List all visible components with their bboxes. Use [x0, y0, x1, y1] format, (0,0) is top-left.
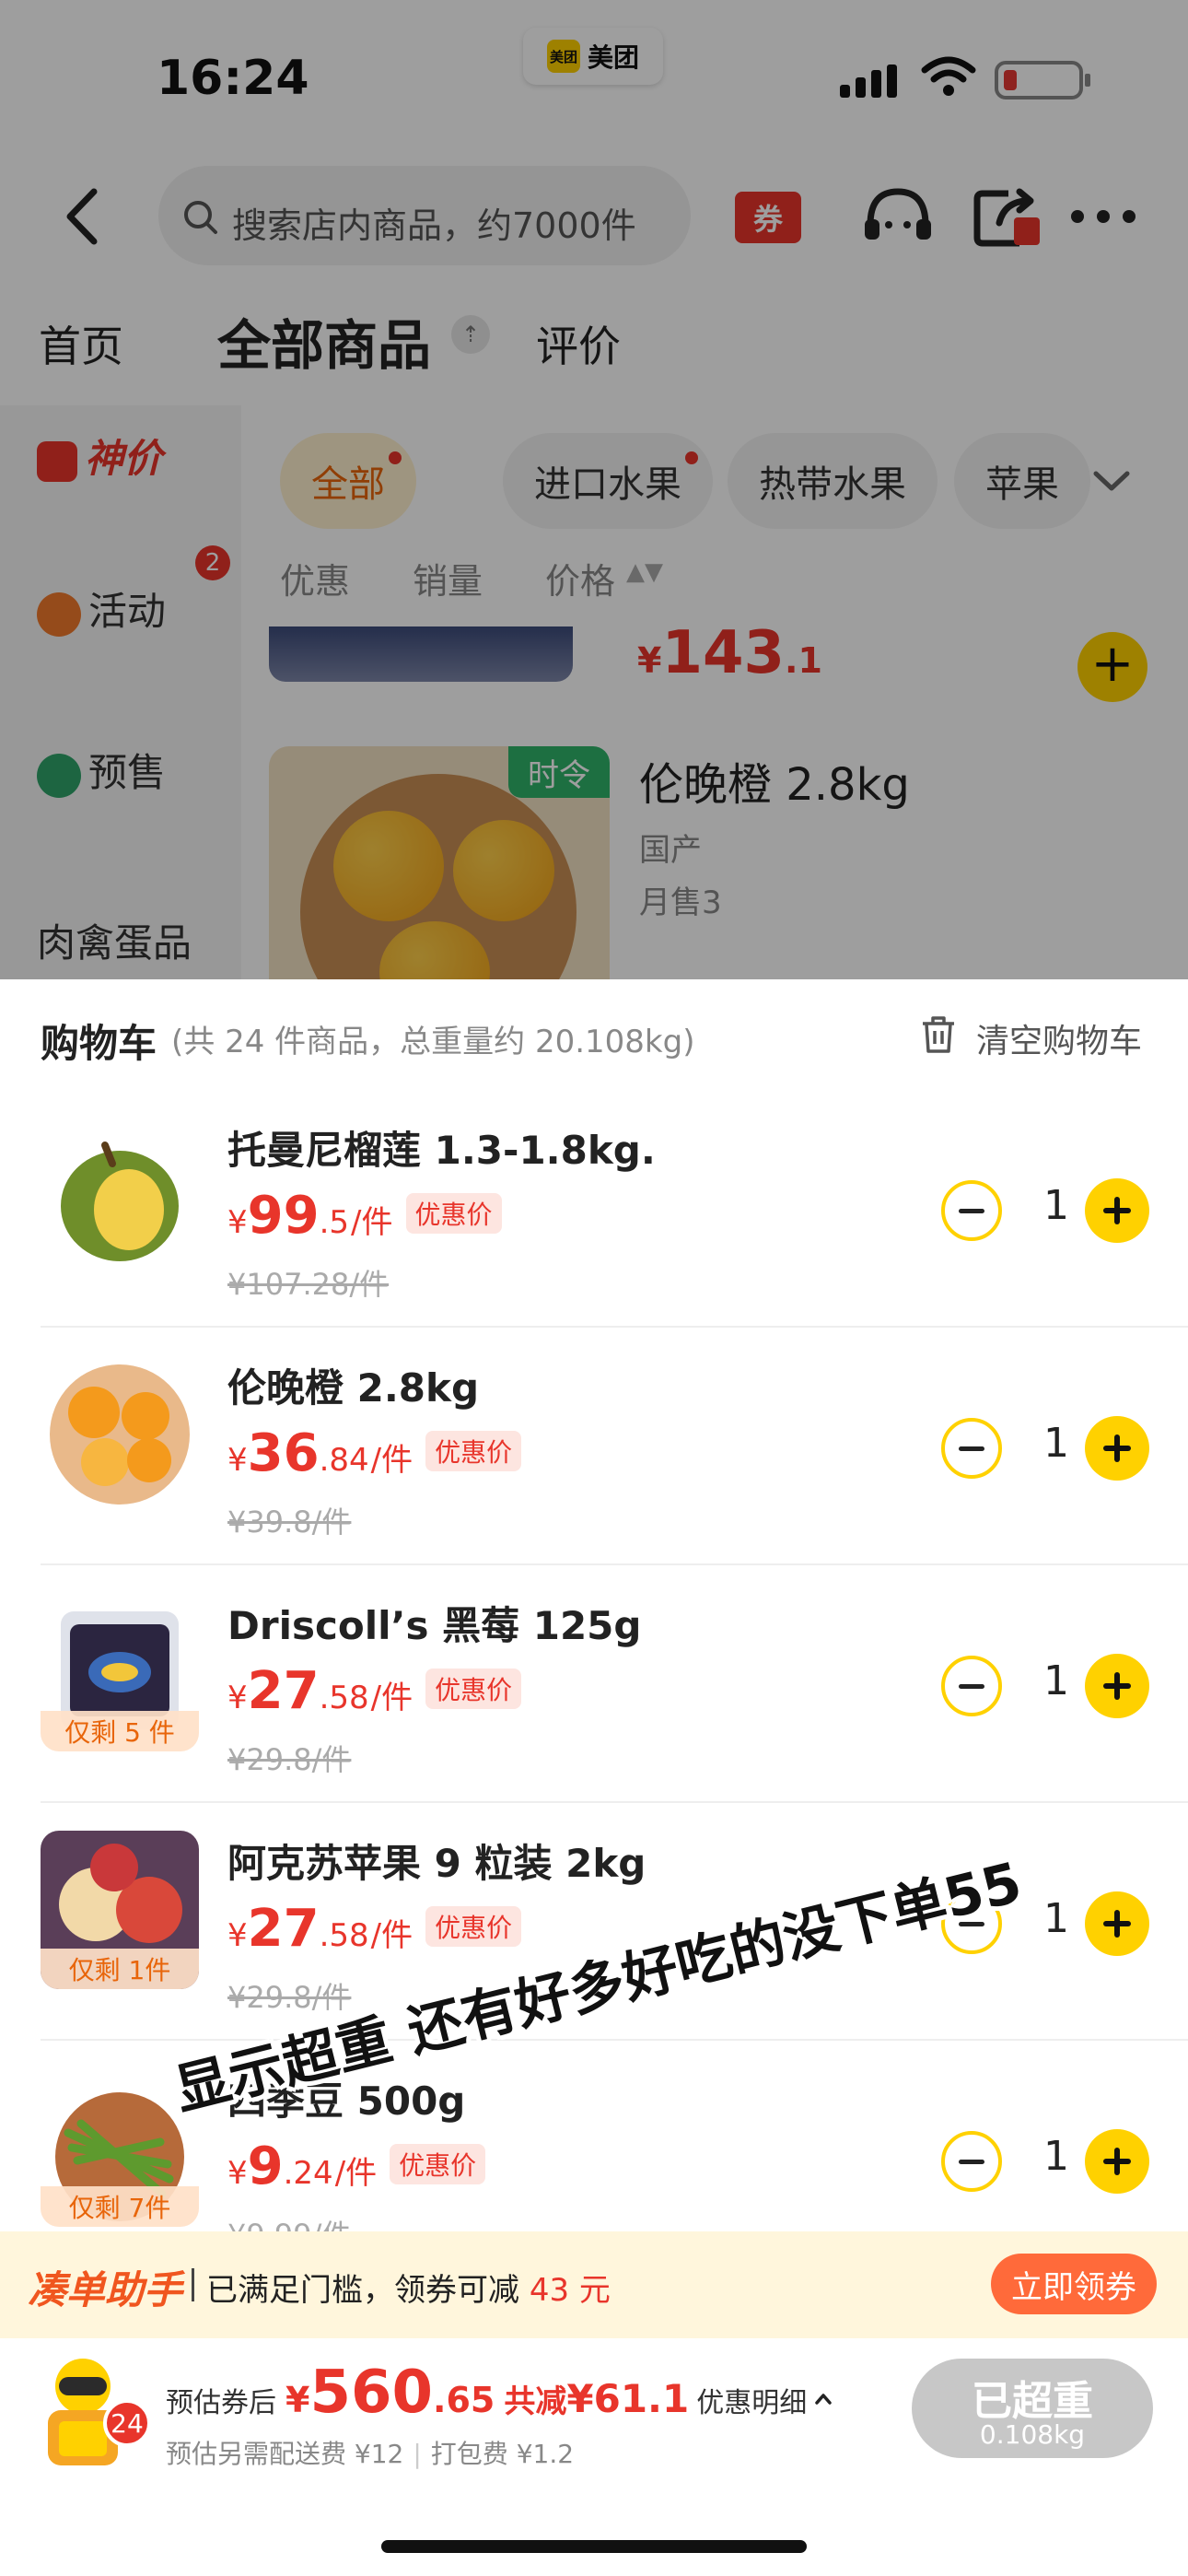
- price-unit: /件: [370, 1917, 413, 1954]
- increase-quantity-button[interactable]: [1085, 1891, 1149, 1956]
- item-price: ¥27.58/件 优惠价: [227, 1661, 522, 1721]
- original-price: ¥107.28/件: [227, 1267, 390, 1302]
- modal-dim-overlay[interactable]: [0, 0, 1188, 979]
- item-price: ¥27.58/件 优惠价: [227, 1899, 522, 1959]
- claim-coupon-button[interactable]: 立即领券: [991, 2254, 1157, 2314]
- trash-icon[interactable]: [919, 1014, 958, 1055]
- estimated-label: 预估券后: [166, 2387, 276, 2419]
- price-unit: /件: [370, 1442, 413, 1479]
- discount-badge: 优惠价: [390, 2144, 486, 2184]
- savings-amount: ¥61.1: [566, 2376, 690, 2421]
- price-currency: ¥: [227, 1204, 248, 1241]
- item-name[interactable]: 托曼尼榴莲 1.3-1.8kg.: [227, 1119, 656, 1176]
- price-decimal: .24: [283, 2155, 333, 2192]
- discount-badge: 优惠价: [425, 1906, 522, 1947]
- assistant-brand: 凑单助手: [28, 2267, 183, 2313]
- durian-image: [61, 1142, 179, 1261]
- stock-remaining-tag: 仅剩 5 件: [41, 1711, 199, 1751]
- item-quantity: 1: [1043, 1895, 1069, 1942]
- price-integer: 27: [247, 1899, 320, 1959]
- price-decimal: .5: [319, 1204, 350, 1241]
- price-currency: ¥: [227, 1917, 248, 1954]
- price-integer: 36: [247, 1423, 320, 1483]
- cart-item: 托曼尼榴莲 1.3-1.8kg. ¥99.5/件 优惠价 ¥107.28/件 1: [41, 1090, 1188, 1328]
- cart-count-badge: 24: [103, 2399, 151, 2447]
- assistant-amount: 43 元: [529, 2272, 611, 2309]
- price-decimal: .84: [319, 1442, 369, 1479]
- savings-label: 共减: [504, 2383, 567, 2420]
- delivery-fee: 预估另需配送费 ¥12: [166, 2439, 404, 2469]
- stock-remaining-tag: 仅剩 7件: [41, 2186, 199, 2227]
- decrease-quantity-button[interactable]: [941, 2131, 1002, 2192]
- cart-header: 购物车 (共 24 件商品，总重量约 20.108kg) 清空购物车: [0, 979, 1188, 1090]
- price-decimal: .58: [319, 1680, 369, 1716]
- item-quantity: 1: [1043, 1420, 1069, 1467]
- item-price: ¥99.5/件 优惠价: [227, 1186, 502, 1246]
- discount-details-link[interactable]: 优惠明细: [696, 2380, 807, 2420]
- cart-item: 仅剩 5 件 Driscoll’s 黑莓 125g ¥27.58/件 优惠价 ¥2…: [41, 1565, 1188, 1803]
- fee-info: 预估另需配送费 ¥12 | 打包费 ¥1.2: [166, 2439, 575, 2469]
- assistant-message-text: 已满足门槛，领券可减: [206, 2272, 519, 2309]
- discount-badge: 优惠价: [405, 1193, 502, 1234]
- item-name[interactable]: Driscoll’s 黑莓 125g: [227, 1595, 641, 1651]
- item-quantity: 1: [1043, 2133, 1069, 2180]
- product-thumbnail-blackberry[interactable]: 仅剩 5 件: [41, 1593, 199, 1751]
- item-price: ¥36.84/件 优惠价: [227, 1423, 522, 1483]
- home-indicator[interactable]: [381, 2540, 807, 2553]
- item-price: ¥9.24/件 优惠价: [227, 2137, 486, 2196]
- price-currency: ¥: [227, 2155, 248, 2192]
- assistant-message: 已满足门槛，领券可减 43 元: [206, 2265, 611, 2310]
- checkout-button-subtitle: 0.108kg: [979, 2419, 1086, 2450]
- original-price: ¥9.99/件: [227, 2212, 351, 2231]
- price-currency: ¥: [227, 1680, 248, 1716]
- price-integer: 99: [247, 1186, 320, 1246]
- packing-fee: 打包费 ¥1.2: [430, 2439, 575, 2469]
- original-price: ¥29.8/件: [227, 1742, 352, 1777]
- increase-quantity-button[interactable]: [1085, 2129, 1149, 2194]
- item-name[interactable]: 伦晚橙 2.8kg: [227, 1357, 479, 1413]
- cart-item: 伦晚橙 2.8kg ¥36.84/件 优惠价 ¥39.8/件 1: [41, 1328, 1188, 1565]
- estimated-total[interactable]: 预估券后 ¥ 560 .65 共减 ¥61.1 优惠明细: [166, 2359, 833, 2427]
- item-quantity: 1: [1043, 1182, 1069, 1229]
- increase-quantity-button[interactable]: [1085, 1416, 1149, 1481]
- item-quantity: 1: [1043, 1657, 1069, 1704]
- decrease-quantity-button[interactable]: [941, 1418, 1002, 1479]
- price-integer: 560: [309, 2359, 434, 2427]
- original-price: ¥39.8/件: [227, 1505, 352, 1540]
- price-currency: ¥: [227, 1442, 248, 1479]
- divider: [192, 2268, 194, 2301]
- increase-quantity-button[interactable]: [1085, 1654, 1149, 1718]
- price-integer: 9: [247, 2137, 284, 2196]
- decrease-quantity-button[interactable]: [941, 1656, 1002, 1716]
- checkout-button-overweight[interactable]: 已超重 0.108kg: [912, 2359, 1153, 2458]
- price-decimal: .65: [433, 2380, 495, 2420]
- price-currency: ¥: [285, 2380, 310, 2420]
- orange-image: [50, 1364, 190, 1505]
- stock-remaining-tag: 仅剩 1件: [41, 1949, 199, 1989]
- discount-badge: 优惠价: [425, 1431, 522, 1471]
- product-thumbnail-orange[interactable]: [41, 1355, 199, 1514]
- cart-title: 购物车: [41, 1021, 157, 1066]
- product-thumbnail-durian[interactable]: [41, 1118, 199, 1276]
- price-unit: /件: [351, 1204, 393, 1241]
- order-assistant-bar[interactable]: 凑单助手 已满足门槛，领券可减 43 元 立即领券: [0, 2231, 1188, 2338]
- product-thumbnail-apple[interactable]: 仅剩 1件: [41, 1831, 199, 1989]
- increase-quantity-button[interactable]: [1085, 1178, 1149, 1243]
- price-unit: /件: [334, 2155, 378, 2192]
- checkout-button-title: 已超重: [972, 2378, 1093, 2425]
- product-thumbnail-green-beans[interactable]: 仅剩 7件: [41, 2068, 199, 2227]
- cart-summary: (共 24 件商品，总重量约 20.108kg): [171, 1024, 695, 1060]
- item-name[interactable]: 阿克苏苹果 9 粒装 2kg: [227, 1832, 646, 1889]
- discount-badge: 优惠价: [425, 1669, 522, 1709]
- clear-cart-button[interactable]: 清空购物车: [976, 1014, 1142, 1062]
- price-integer: 27: [247, 1661, 320, 1721]
- decrease-quantity-button[interactable]: [941, 1180, 1002, 1241]
- price-unit: /件: [370, 1680, 413, 1716]
- chevron-up-icon[interactable]: [814, 2390, 833, 2408]
- price-decimal: .58: [319, 1917, 369, 1954]
